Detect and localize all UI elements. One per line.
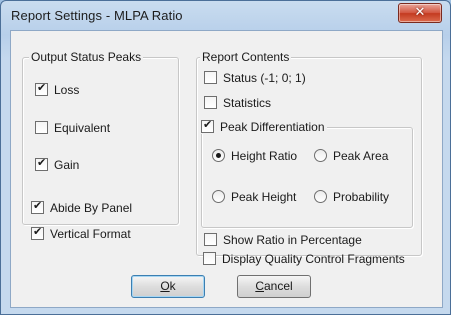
- peak-height-radio-dot[interactable]: [212, 190, 225, 204]
- peak-differentiation-checkbox-box[interactable]: [201, 118, 214, 134]
- loss-checkbox-box[interactable]: [35, 81, 48, 97]
- show-ratio-checkbox[interactable]: Show Ratio in Percentage: [204, 233, 362, 247]
- peak-area-radio-dot[interactable]: [314, 149, 327, 163]
- cancel-button-label: Cancel: [255, 279, 292, 293]
- probability-radio-dot[interactable]: [314, 190, 327, 204]
- output-status-peaks-legend: Output Status Peaks: [29, 50, 144, 64]
- title-bar[interactable]: Report Settings - MLPA Ratio ✕: [1, 1, 450, 33]
- show-ratio-label: Show Ratio in Percentage: [223, 233, 362, 247]
- height-ratio-radio[interactable]: Height Ratio: [212, 149, 297, 163]
- probability-radio[interactable]: Probability: [314, 190, 389, 204]
- ok-button-rest: k: [169, 279, 176, 293]
- peak-area-radio[interactable]: Peak Area: [314, 149, 388, 163]
- report-contents-group: Report Contents Status (-1; 0; 1) Statis…: [196, 50, 422, 256]
- close-button[interactable]: ✕: [398, 3, 442, 23]
- report-contents-legend: Report Contents: [200, 50, 292, 64]
- statistics-label: Statistics: [223, 96, 272, 110]
- height-ratio-radio-dot[interactable]: [212, 149, 225, 163]
- peak-height-label: Peak Height: [231, 190, 297, 204]
- gain-checkbox-box[interactable]: [35, 156, 48, 172]
- cancel-button[interactable]: Cancel: [237, 275, 311, 298]
- vertical-format-label: Vertical Format: [50, 227, 131, 241]
- dialog-client-area: Output Status Peaks Loss Equivalent Gain…: [10, 30, 443, 308]
- dialog-window: Report Settings - MLPA Ratio ✕ Output St…: [0, 0, 451, 315]
- display-qc-label: Display Quality Control Fragments: [222, 252, 405, 266]
- show-ratio-checkbox-box[interactable]: [204, 233, 217, 247]
- display-qc-checkbox[interactable]: Display Quality Control Fragments: [203, 252, 405, 266]
- vertical-format-checkbox[interactable]: Vertical Format: [31, 225, 131, 241]
- output-status-peaks-group: Output Status Peaks Loss Equivalent Gain: [22, 50, 179, 225]
- peak-area-label: Peak Area: [333, 149, 389, 163]
- display-qc-checkbox-box[interactable]: [203, 252, 216, 266]
- loss-checkbox[interactable]: Loss: [35, 81, 80, 97]
- abide-by-panel-checkbox-box[interactable]: [31, 199, 44, 215]
- cancel-button-accel: C: [255, 279, 264, 293]
- peak-height-radio[interactable]: Peak Height: [212, 190, 296, 204]
- gain-checkbox[interactable]: Gain: [35, 156, 80, 172]
- vertical-format-checkbox-box[interactable]: [31, 225, 44, 241]
- abide-by-panel-checkbox[interactable]: Abide By Panel: [31, 199, 133, 215]
- equivalent-label: Equivalent: [54, 121, 111, 135]
- status-checkbox-box[interactable]: [204, 71, 217, 85]
- abide-by-panel-label: Abide By Panel: [50, 201, 133, 215]
- probability-label: Probability: [333, 190, 390, 204]
- close-icon: ✕: [414, 5, 426, 20]
- loss-label: Loss: [54, 83, 80, 97]
- peak-differentiation-group: Peak Differentiation Height Ratio Peak A…: [201, 118, 413, 228]
- ok-button-label: Ok: [160, 279, 175, 293]
- cancel-button-rest: ancel: [263, 279, 293, 293]
- status-checkbox[interactable]: Status (-1; 0; 1): [204, 71, 306, 85]
- status-label: Status (-1; 0; 1): [223, 71, 306, 85]
- statistics-checkbox-box[interactable]: [204, 96, 217, 110]
- equivalent-checkbox[interactable]: Equivalent: [35, 121, 110, 135]
- equivalent-checkbox-box[interactable]: [35, 121, 48, 135]
- peak-differentiation-checkbox[interactable]: Peak Differentiation: [201, 118, 327, 135]
- window-title: Report Settings - MLPA Ratio: [11, 8, 183, 23]
- statistics-checkbox[interactable]: Statistics: [204, 96, 271, 110]
- ok-button[interactable]: Ok: [131, 275, 205, 298]
- height-ratio-label: Height Ratio: [231, 149, 298, 163]
- gain-label: Gain: [54, 158, 80, 172]
- peak-differentiation-label: Peak Differentiation: [220, 120, 325, 134]
- ok-button-accel: O: [160, 279, 170, 293]
